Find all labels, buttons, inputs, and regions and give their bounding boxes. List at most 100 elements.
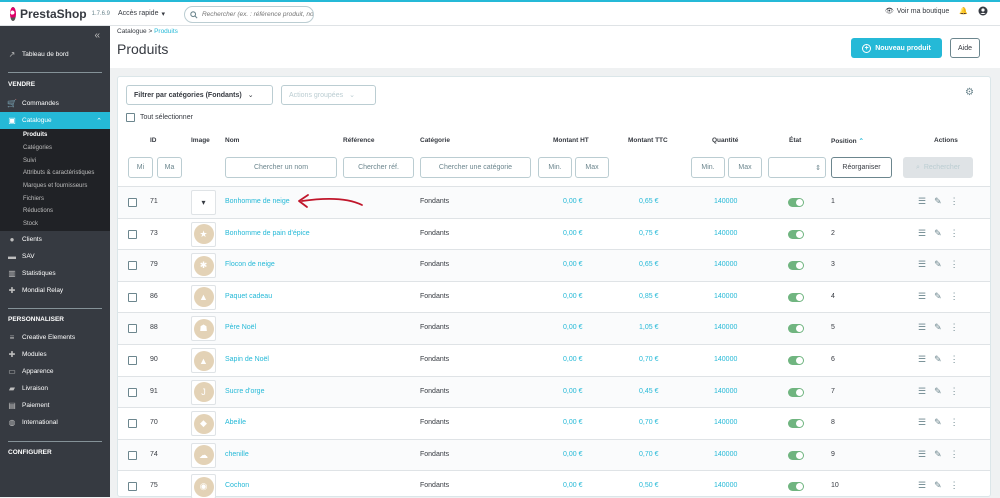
column-header-reference[interactable]: Référence xyxy=(343,137,374,144)
product-status-toggle[interactable] xyxy=(788,198,804,207)
column-header-quantity[interactable]: Quantité xyxy=(712,137,738,144)
settings-gear-icon[interactable]: ⚙ xyxy=(965,87,974,98)
sidebar-item-stats[interactable]: ▥ Statistiques xyxy=(0,265,110,282)
sidebar-item-international[interactable]: ◍ International xyxy=(0,414,110,431)
category-filter-dropdown[interactable]: Filtrer par catégories (Fondants) ⌄ xyxy=(126,85,273,105)
product-name-link[interactable]: Bonhomme de neige xyxy=(225,198,290,205)
global-search[interactable] xyxy=(184,6,314,23)
sidebar-item-sav[interactable]: ▬ SAV xyxy=(0,248,110,265)
column-header-name[interactable]: Nom xyxy=(225,137,239,144)
edit-pencil-icon[interactable]: ✎ xyxy=(934,449,942,460)
select-all[interactable]: Tout sélectionner xyxy=(126,113,193,122)
product-price-ht[interactable]: 0,00 € xyxy=(563,482,582,489)
table-row[interactable]: 79 ✱ Flocon de neige Fondants 0,00 € 0,65 € 14… xyxy=(118,249,990,281)
column-header-id[interactable]: ID xyxy=(150,137,157,144)
filter-price-ht-min[interactable]: Min. xyxy=(538,157,572,178)
product-thumbnail[interactable]: ☗ xyxy=(191,316,216,342)
filter-price-ht-max[interactable]: Max xyxy=(575,157,609,178)
product-thumbnail[interactable]: ★ xyxy=(191,221,216,247)
sidebar-item-clients[interactable]: ● Clients xyxy=(0,231,110,248)
product-name-link[interactable]: Bonhomme de pain d'épice xyxy=(225,230,310,237)
sidebar-item-payment[interactable]: ▤ Paiement xyxy=(0,397,110,414)
drag-handle-icon[interactable]: ☰ xyxy=(918,354,926,365)
filter-name-input[interactable]: Chercher un nom xyxy=(225,157,337,178)
product-status-toggle[interactable] xyxy=(788,419,804,429)
sidebar-item-mondial-relay[interactable]: ✚ Mondial Relay xyxy=(0,282,110,299)
quick-access-dropdown[interactable]: Accès rapide ▾ xyxy=(118,10,165,18)
table-row[interactable]: 74 ☁ chenille Fondants 0,00 € 0,70 € 140000 9 ☰ ✎… xyxy=(118,438,990,471)
product-thumbnail[interactable]: ▲ xyxy=(191,284,216,310)
breadcrumb-current[interactable]: Produits xyxy=(154,28,178,35)
product-price-ttc[interactable]: 0,65 € xyxy=(639,261,658,268)
sidebar-subitem-stock[interactable]: Stock xyxy=(0,217,110,231)
sidebar-subitem-products[interactable]: Produits xyxy=(0,129,110,142)
breadcrumb-parent[interactable]: Catalogue xyxy=(117,28,147,35)
new-product-button[interactable]: + Nouveau produit xyxy=(851,38,942,58)
product-name-link[interactable]: Paquet cadeau xyxy=(225,293,272,300)
product-price-ttc[interactable]: 0,65 € xyxy=(639,198,658,205)
filter-id-min[interactable]: Mi xyxy=(128,157,153,178)
more-vertical-icon[interactable]: ⋮ xyxy=(950,417,959,428)
row-checkbox[interactable] xyxy=(128,450,137,460)
column-header-price-ht[interactable]: Montant HT xyxy=(553,137,589,144)
sidebar-item-creative-elements[interactable]: ≡ Creative Elements xyxy=(0,329,110,346)
product-price-ht[interactable]: 0,00 € xyxy=(563,388,582,395)
help-button[interactable]: Aide xyxy=(950,38,980,58)
row-checkbox[interactable] xyxy=(128,356,137,365)
product-price-ttc[interactable]: 0,70 € xyxy=(639,451,658,458)
filter-state-select[interactable]: ⇕ xyxy=(768,157,826,178)
product-quantity[interactable]: 140000 xyxy=(714,293,737,300)
product-status-toggle[interactable] xyxy=(788,482,804,492)
row-checkbox[interactable] xyxy=(128,198,137,207)
more-vertical-icon[interactable]: ⋮ xyxy=(950,322,959,333)
column-header-category[interactable]: Catégorie xyxy=(420,137,450,144)
product-name-link[interactable]: chenille xyxy=(225,451,249,458)
sidebar-subitem-brands[interactable]: Marques et fournisseurs xyxy=(0,179,110,193)
product-quantity[interactable]: 140000 xyxy=(714,261,737,268)
table-row[interactable]: 86 ▲ Paquet cadeau Fondants 0,00 € 0,85 € 1400… xyxy=(118,280,990,313)
sidebar-subitem-files[interactable]: Fichiers xyxy=(0,192,110,206)
row-checkbox[interactable] xyxy=(128,229,137,239)
product-price-ht[interactable]: 0,00 € xyxy=(563,324,582,331)
product-status-toggle[interactable] xyxy=(788,292,804,302)
edit-pencil-icon[interactable]: ✎ xyxy=(934,480,942,491)
product-name-link[interactable]: Flocon de neige xyxy=(225,261,275,268)
select-all-checkbox[interactable] xyxy=(126,113,135,122)
account-icon[interactable] xyxy=(978,6,988,16)
product-name-link[interactable]: Abeille xyxy=(225,419,246,426)
more-vertical-icon[interactable]: ⋮ xyxy=(950,480,959,491)
sidebar-item-shipping[interactable]: ▰ Livraison xyxy=(0,380,110,397)
filter-quantity-min[interactable]: Min. xyxy=(691,157,725,178)
product-quantity[interactable]: 140000 xyxy=(714,482,737,489)
product-thumbnail[interactable]: J xyxy=(191,379,216,405)
edit-pencil-icon[interactable]: ✎ xyxy=(934,259,942,270)
bulk-actions-dropdown[interactable]: Actions groupées ⌄ xyxy=(281,85,376,105)
product-name-link[interactable]: Sapin de Noël xyxy=(225,356,269,363)
product-price-ttc[interactable]: 0,70 € xyxy=(639,419,658,426)
drag-handle-icon[interactable]: ☰ xyxy=(918,449,926,460)
product-price-ht[interactable]: 0,00 € xyxy=(563,451,582,458)
product-quantity[interactable]: 140000 xyxy=(714,198,737,205)
product-price-ht[interactable]: 0,00 € xyxy=(563,293,582,300)
product-thumbnail[interactable]: ◉ xyxy=(191,474,216,498)
view-shop-link[interactable]: 👁 Voir ma boutique xyxy=(885,7,949,16)
row-checkbox[interactable] xyxy=(128,482,137,492)
edit-pencil-icon[interactable]: ✎ xyxy=(934,291,942,302)
product-status-toggle[interactable] xyxy=(788,324,804,334)
sidebar-subitem-categories[interactable]: Catégories xyxy=(0,141,110,155)
sidebar-item-catalog[interactable]: ▣ Catalogue ⌃ xyxy=(0,112,110,129)
product-price-ttc[interactable]: 0,70 € xyxy=(639,356,658,363)
column-header-position[interactable]: Position ⌃ xyxy=(831,137,864,145)
reorganize-button[interactable]: Réorganiser xyxy=(831,157,892,178)
row-checkbox[interactable] xyxy=(128,387,137,397)
drag-handle-icon[interactable]: ☰ xyxy=(918,228,926,239)
table-row[interactable]: 75 ◉ Cochon Fondants 0,00 € 0,50 € 140000 10 ☰ ✎ ⋮ xyxy=(118,470,990,498)
search-button[interactable]: ⌕ Rechercher xyxy=(903,157,973,178)
table-row[interactable]: 88 ☗ Père Noël Fondants 0,00 € 1,05 € 140000 5 ☰… xyxy=(118,312,990,344)
product-status-toggle[interactable] xyxy=(788,229,804,239)
row-checkbox[interactable] xyxy=(128,261,137,271)
product-quantity[interactable]: 140000 xyxy=(714,388,737,395)
product-status-toggle[interactable] xyxy=(788,450,804,460)
table-row[interactable]: 70 ◆ Abeille Fondants 0,00 € 0,70 € 140000 8 ☰ ✎ ⋮ xyxy=(118,407,990,439)
product-price-ttc[interactable]: 0,45 € xyxy=(639,388,658,395)
